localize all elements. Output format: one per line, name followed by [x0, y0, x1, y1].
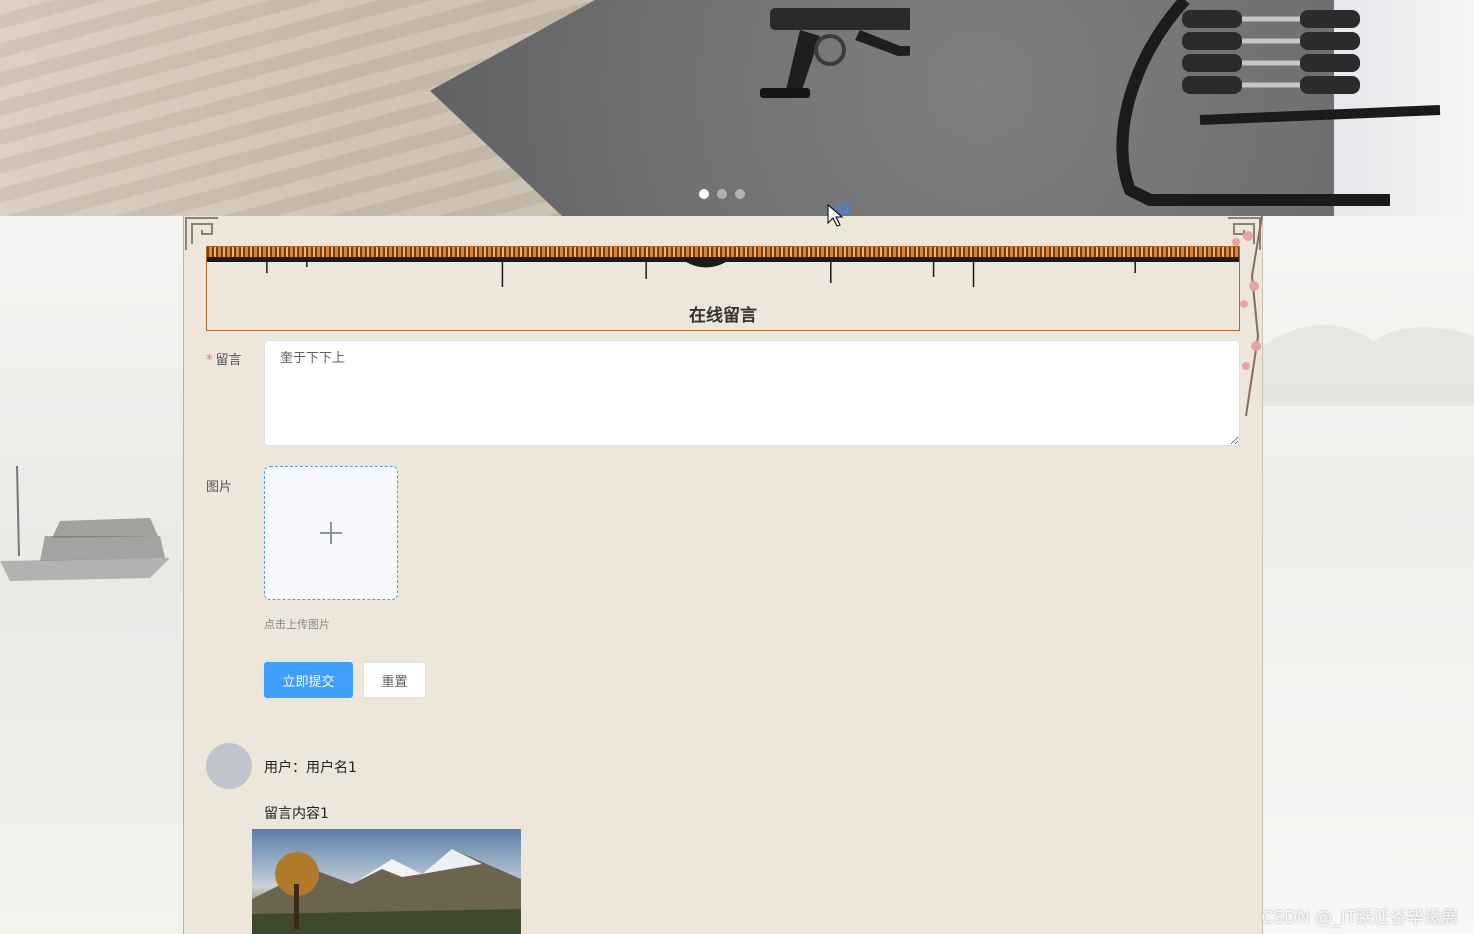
right-ink-background: [1263, 216, 1474, 934]
reset-button[interactable]: 重置: [363, 662, 426, 698]
carousel-dot-1[interactable]: [699, 189, 709, 199]
message-label: * 留言: [206, 353, 242, 368]
message-board-panel: 在线留言 *留言 图片 点击上传图片 立即提交 重置 用户：用户名1 留言内容1: [183, 216, 1263, 934]
image-label: 图片: [206, 480, 233, 495]
upload-tip: 点击上传图片: [264, 618, 330, 631]
image-upload-box[interactable]: [264, 466, 398, 600]
comment-image[interactable]: [252, 829, 521, 934]
comment-content: 留言内容1: [264, 806, 329, 822]
required-asterisk: *: [206, 353, 213, 368]
page-title: 在线留言: [689, 306, 757, 326]
carousel-dot-2[interactable]: [717, 189, 727, 199]
left-ink-background: [0, 216, 184, 934]
mouse-cursor-icon: [827, 203, 850, 227]
plus-icon: [320, 522, 342, 544]
title-frame: 在线留言: [206, 246, 1240, 331]
banner-image-dumbbell-rack: [1116, 0, 1441, 206]
submit-button[interactable]: 立即提交: [264, 662, 353, 698]
carousel-indicators: [699, 189, 745, 199]
mountain-illustration: [1263, 324, 1474, 406]
message-input[interactable]: [264, 340, 1240, 446]
avatar: [206, 743, 252, 789]
mountain-landscape-image: [252, 849, 521, 934]
ink-drip-decoration: [207, 259, 1239, 287]
comment-user: 用户：用户名1: [264, 760, 357, 776]
banner-image-bench: [760, 8, 910, 98]
banner-carousel[interactable]: [0, 0, 1474, 216]
carousel-dot-3[interactable]: [735, 189, 745, 199]
greek-key-border: [207, 247, 1239, 259]
watermark: CSDN @_IT跃迁谷毕设展: [1261, 908, 1458, 928]
boat-illustration: [0, 466, 170, 581]
